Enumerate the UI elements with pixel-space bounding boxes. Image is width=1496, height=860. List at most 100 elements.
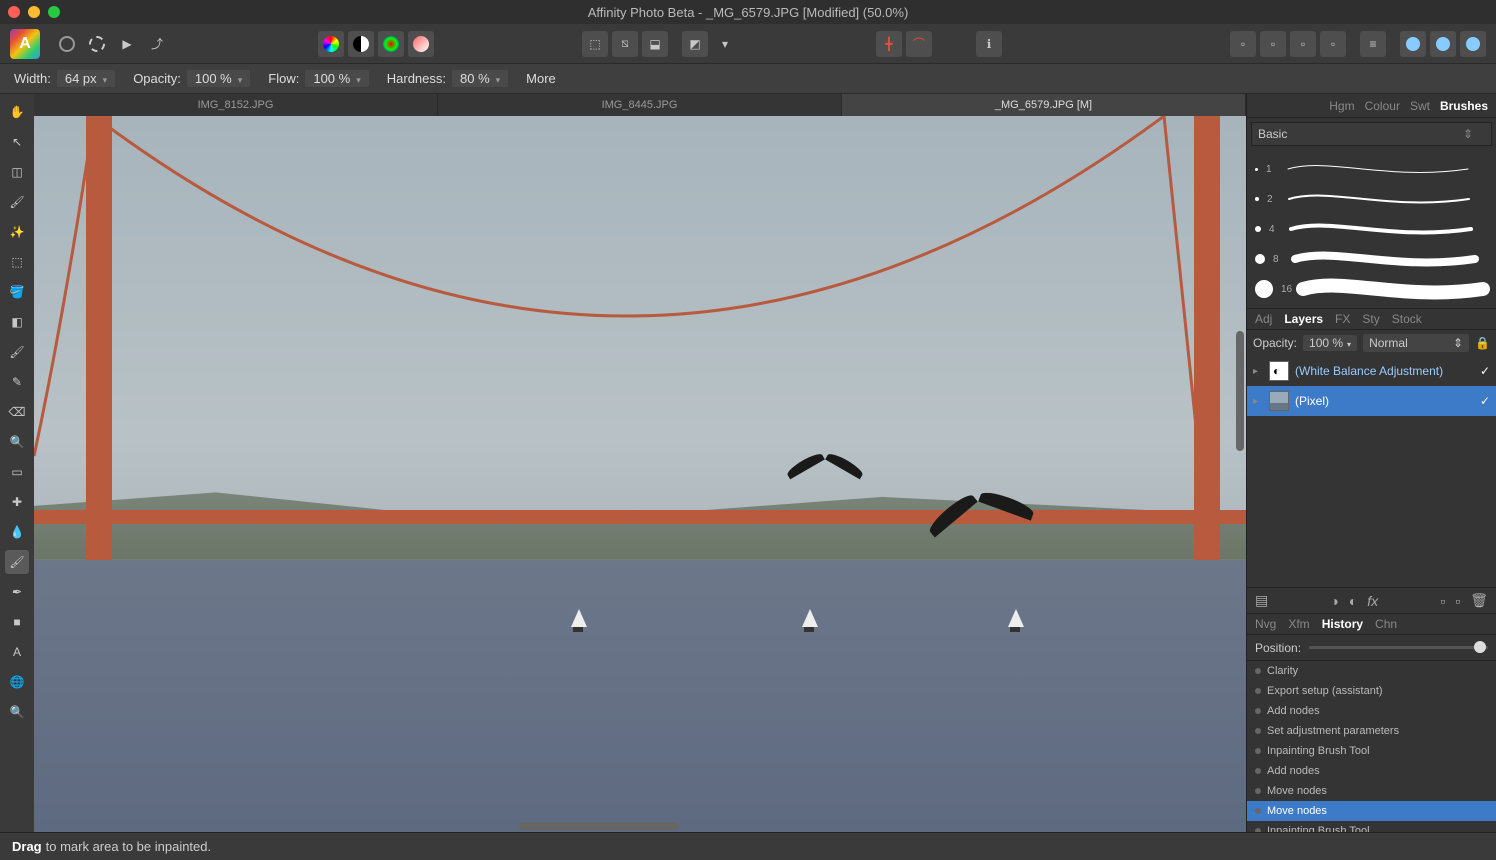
- context-width-value[interactable]: 64 px: [57, 70, 115, 87]
- arrange-forward-icon[interactable]: ▫: [1290, 31, 1316, 57]
- panel-tab-colour[interactable]: Colour: [1365, 99, 1400, 113]
- layer-opacity-value[interactable]: 100 %: [1303, 335, 1357, 351]
- layer-mask-icon[interactable]: ▤: [1255, 592, 1268, 609]
- document-tab[interactable]: IMG_8152.JPG: [34, 94, 438, 116]
- arrange-backward-icon[interactable]: ▫: [1260, 31, 1286, 57]
- brush-preset[interactable]: 16: [1255, 274, 1488, 304]
- clone-icon[interactable]: ✎: [5, 370, 29, 394]
- arrange-front-icon[interactable]: ▫: [1320, 31, 1346, 57]
- duplicate-layer-icon[interactable]: ▫: [1455, 593, 1460, 609]
- selection-marquee-icon[interactable]: ⬚: [582, 31, 608, 57]
- flood-fill-icon[interactable]: 🪣: [5, 280, 29, 304]
- lock-icon[interactable]: 🔒: [1475, 336, 1490, 350]
- history-item[interactable]: Add nodes: [1247, 761, 1496, 781]
- brush-preset[interactable]: 2: [1255, 184, 1488, 214]
- snapping-grid-icon[interactable]: ╋: [876, 31, 902, 57]
- toolbar-rgb-icon[interactable]: [378, 31, 404, 57]
- history-item[interactable]: Add nodes: [1247, 701, 1496, 721]
- history-item[interactable]: Export setup (assistant): [1247, 681, 1496, 701]
- bottom-tab-xfm[interactable]: Xfm: [1288, 617, 1309, 631]
- history-item[interactable]: Clarity: [1247, 661, 1496, 681]
- history-item[interactable]: Move nodes: [1247, 781, 1496, 801]
- context-more-button[interactable]: More: [526, 71, 556, 86]
- layer-blend-select[interactable]: Normal: [1363, 334, 1469, 352]
- foreground-icon[interactable]: ▭: [5, 460, 29, 484]
- history-item[interactable]: Inpainting Brush Tool: [1247, 821, 1496, 832]
- brush-preset[interactable]: 8: [1255, 244, 1488, 274]
- pan-hand-icon[interactable]: ✋: [5, 100, 29, 124]
- persona-develop-icon[interactable]: ▶: [114, 31, 140, 57]
- layer-tab-sty[interactable]: Sty: [1362, 312, 1379, 326]
- quick-mask-icon[interactable]: ◩: [682, 31, 708, 57]
- persona-liquify-icon[interactable]: [84, 31, 110, 57]
- magic-wand-icon[interactable]: ✨: [5, 220, 29, 244]
- align-icon[interactable]: ≡: [1360, 31, 1386, 57]
- close-window-button[interactable]: [8, 6, 20, 18]
- heal-icon[interactable]: ✚: [5, 490, 29, 514]
- inpaint-brush-icon[interactable]: 🖌: [5, 550, 29, 574]
- disclosure-icon[interactable]: ▸: [1253, 366, 1263, 377]
- delete-layer-icon[interactable]: 🗑: [1470, 592, 1488, 609]
- mesh-icon[interactable]: 🌐: [5, 670, 29, 694]
- vertical-scrollbar[interactable]: [1236, 331, 1244, 451]
- history-item[interactable]: Set adjustment parameters: [1247, 721, 1496, 741]
- selection-refine-icon[interactable]: ⬓: [642, 31, 668, 57]
- visibility-checkbox[interactable]: ✓: [1480, 364, 1490, 378]
- layer-tab-adj[interactable]: Adj: [1255, 312, 1272, 326]
- layer-row[interactable]: ▸(Pixel)✓: [1247, 386, 1496, 416]
- panel-tab-hgm[interactable]: Hgm: [1329, 99, 1354, 113]
- toolbar-lab-icon[interactable]: [408, 31, 434, 57]
- arrange-back-icon[interactable]: ▫: [1230, 31, 1256, 57]
- crop-icon[interactable]: ◫: [5, 160, 29, 184]
- snapping-magnet-icon[interactable]: ⌒: [906, 31, 932, 57]
- assistant-icon[interactable]: ℹ: [976, 31, 1002, 57]
- layer-tab-stock[interactable]: Stock: [1392, 312, 1422, 326]
- boolean-subtract-icon[interactable]: [1430, 31, 1456, 57]
- zoom-ellipse-icon[interactable]: 🔍: [5, 430, 29, 454]
- bottom-tab-nvg[interactable]: Nvg: [1255, 617, 1276, 631]
- shape-icon[interactable]: ■: [5, 610, 29, 634]
- brush-category-select[interactable]: Basic: [1251, 122, 1492, 146]
- gradient-icon[interactable]: ◧: [5, 310, 29, 334]
- history-slider[interactable]: [1309, 646, 1488, 649]
- context-flow-value[interactable]: 100 %: [305, 70, 368, 87]
- adjustment-icon[interactable]: ◑: [1330, 593, 1338, 609]
- minimize-window-button[interactable]: [28, 6, 40, 18]
- history-item[interactable]: Inpainting Brush Tool: [1247, 741, 1496, 761]
- history-item[interactable]: Move nodes: [1247, 801, 1496, 821]
- boolean-add-icon[interactable]: [1400, 31, 1426, 57]
- persona-photo-icon[interactable]: [54, 31, 80, 57]
- adjust-halfmoon-icon[interactable]: ◐: [1349, 593, 1357, 609]
- eraser-icon[interactable]: ⌫: [5, 400, 29, 424]
- visibility-checkbox[interactable]: ✓: [1480, 394, 1490, 408]
- toolbar-halfmoon-icon[interactable]: [348, 31, 374, 57]
- document-tab[interactable]: _MG_6579.JPG [M]: [842, 94, 1246, 116]
- context-opacity-value[interactable]: 100 %: [187, 70, 250, 87]
- persona-export-icon[interactable]: ⤴: [144, 31, 170, 57]
- canvas[interactable]: [34, 116, 1246, 832]
- brush-preset[interactable]: 4: [1255, 214, 1488, 244]
- document-tab[interactable]: IMG_8445.JPG: [438, 94, 842, 116]
- context-hardness-value[interactable]: 80 %: [452, 70, 508, 87]
- fx-icon[interactable]: fx: [1367, 593, 1378, 609]
- paint-brush-icon[interactable]: 🖌: [5, 190, 29, 214]
- move-arrow-icon[interactable]: ↖: [5, 130, 29, 154]
- color-brush-icon[interactable]: 🖌: [5, 340, 29, 364]
- panel-tab-swt[interactable]: Swt: [1410, 99, 1430, 113]
- blur-icon[interactable]: 💧: [5, 520, 29, 544]
- marquee-icon[interactable]: ⬚: [5, 250, 29, 274]
- toolbar-color-circle-icon[interactable]: [318, 31, 344, 57]
- text-icon[interactable]: A: [5, 640, 29, 664]
- selection-diagonal-icon[interactable]: ⧅: [612, 31, 638, 57]
- new-layer-icon[interactable]: ▫: [1440, 593, 1445, 609]
- panel-tab-brushes[interactable]: Brushes: [1440, 99, 1488, 113]
- layer-tab-layers[interactable]: Layers: [1284, 312, 1323, 326]
- bottom-tab-chn[interactable]: Chn: [1375, 617, 1397, 631]
- quick-mask-dropdown-icon[interactable]: ▾: [712, 31, 738, 57]
- layer-tab-fx[interactable]: FX: [1335, 312, 1350, 326]
- zoom-window-button[interactable]: [48, 6, 60, 18]
- horizontal-scrollbar[interactable]: [519, 822, 679, 830]
- disclosure-icon[interactable]: ▸: [1253, 396, 1263, 407]
- brush-preset[interactable]: 1: [1255, 154, 1488, 184]
- loupe-icon[interactable]: 🔍: [5, 700, 29, 724]
